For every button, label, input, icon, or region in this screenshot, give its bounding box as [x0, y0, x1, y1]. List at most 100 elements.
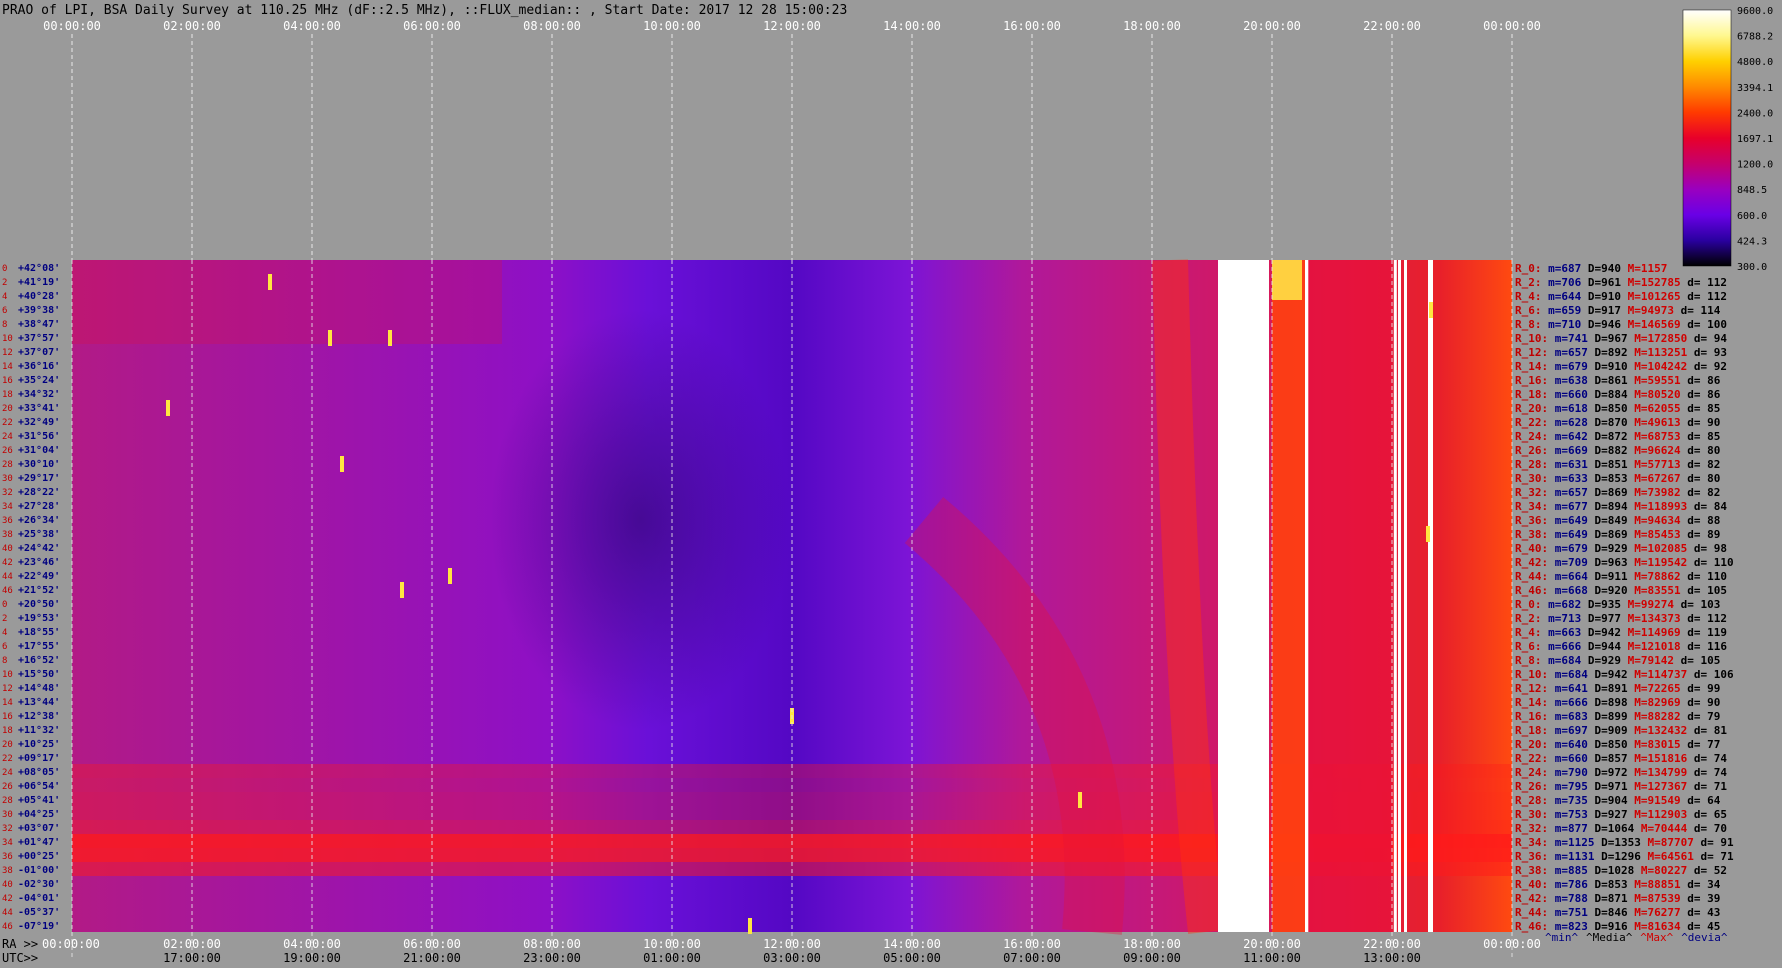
stat-beam: R_2:: [1515, 612, 1542, 625]
declination-label: +35°24': [18, 375, 60, 386]
source-spot: [400, 582, 404, 598]
stat-median: D=1353: [1594, 836, 1640, 849]
stat-legend-item: ^Max^: [1640, 931, 1673, 944]
beam-number: 44: [2, 572, 13, 582]
stat-row: R_24: m=642 D=872 M=68753 d= 85: [1515, 430, 1720, 443]
stat-min: m=753: [1548, 808, 1588, 821]
stat-beam: R_36:: [1515, 850, 1548, 863]
colorbar-rect: [1682, 9, 1732, 267]
stat-max: M=73982: [1628, 486, 1681, 499]
stat-median: D=846: [1588, 906, 1628, 919]
stat-max: M=96624: [1628, 444, 1681, 457]
stat-row: R_26: m=669 D=882 M=96624 d= 80: [1515, 444, 1720, 457]
stat-median: D=967: [1588, 332, 1628, 345]
declination-label: +13°44': [18, 697, 60, 708]
stat-min: m=669: [1548, 444, 1588, 457]
beam-number: 46: [2, 586, 13, 596]
stat-median: D=917: [1581, 304, 1621, 317]
stat-row: R_4: m=644 D=910 M=101265 d= 112: [1515, 290, 1727, 303]
declination-label: +04°25': [18, 809, 60, 820]
declination-label: +32°49': [18, 417, 60, 428]
stat-median: D=929: [1581, 654, 1621, 667]
stat-row: R_12: m=641 D=891 M=72265 d= 99: [1515, 682, 1720, 695]
declination-label: +28°22': [18, 487, 60, 498]
stat-min: m=664: [1548, 570, 1588, 583]
stat-median: D=870: [1588, 416, 1628, 429]
stat-row: R_2: m=706 D=961 M=152785 d= 112: [1515, 276, 1727, 289]
stat-row: R_38: m=649 D=869 M=85453 d= 89: [1515, 528, 1720, 541]
declination-label: +39°38': [18, 305, 60, 316]
declination-label: +14°48': [18, 683, 60, 694]
beam-number: 20: [2, 404, 13, 414]
colorbar-tick-label: 9600.0: [1737, 6, 1773, 17]
ra-tick-label: 12:00:00: [763, 937, 821, 951]
stat-max: M=91549: [1628, 794, 1681, 807]
stat-beam: R_42:: [1515, 892, 1548, 905]
stat-median: D=1296: [1594, 850, 1641, 863]
stat-min: m=642: [1548, 430, 1588, 443]
stat-row: R_16: m=683 D=899 M=88282 d= 79: [1515, 710, 1720, 723]
stat-deviation: d= 98: [1687, 542, 1727, 555]
stat-deviation: d= 114: [1674, 304, 1721, 317]
declination-label: +38°47': [18, 319, 60, 330]
declination-label: +31°56': [18, 431, 60, 442]
stat-row: R_12: m=657 D=892 M=113251 d= 93: [1515, 346, 1727, 359]
stat-beam: R_8:: [1515, 318, 1542, 331]
beam-number: 8: [2, 656, 7, 666]
stat-deviation: d= 85: [1681, 402, 1721, 415]
stat-median: D=904: [1588, 794, 1628, 807]
source-spot: [1429, 302, 1433, 318]
stat-deviation: d= 34: [1681, 878, 1721, 891]
stat-max: M=82969: [1628, 696, 1681, 709]
stat-min: m=657: [1548, 346, 1588, 359]
stat-beam: R_44:: [1515, 906, 1548, 919]
colorbar-tick-label: 300.0: [1737, 262, 1767, 273]
beam-number: 22: [2, 418, 13, 428]
stat-min: m=751: [1548, 906, 1588, 919]
stat-beam: R_12:: [1515, 682, 1548, 695]
declination-label: +40°28': [18, 291, 60, 302]
beam-number: 16: [2, 712, 13, 722]
beam-number: 42: [2, 558, 13, 568]
beam-number: 38: [2, 530, 13, 540]
stat-median: D=853: [1588, 878, 1628, 891]
stat-row: R_14: m=679 D=910 M=104242 d= 92: [1515, 360, 1727, 373]
stat-min: m=786: [1548, 878, 1588, 891]
stat-deviation: d= 82: [1681, 458, 1721, 471]
beam-number: 4: [2, 628, 7, 638]
stat-max: M=49613: [1628, 416, 1681, 429]
stat-beam: R_8:: [1515, 654, 1542, 667]
stat-beam: R_12:: [1515, 346, 1548, 359]
stat-min: m=618: [1548, 402, 1588, 415]
stat-median: D=850: [1588, 402, 1628, 415]
stat-deviation: d= 119: [1681, 626, 1727, 639]
stat-median: D=894: [1588, 500, 1628, 513]
stat-beam: R_20:: [1515, 738, 1548, 751]
bright-band: [72, 302, 502, 316]
beam-number: 34: [2, 502, 13, 512]
stat-max: M=114969: [1621, 626, 1681, 639]
stat-deviation: d= 112: [1681, 290, 1727, 303]
stat-row: R_28: m=631 D=851 M=57713 d= 82: [1515, 458, 1720, 471]
colorbar-tick-label: 4800.0: [1737, 57, 1773, 68]
stat-median: D=910: [1588, 360, 1628, 373]
top-time-axis: 00:00:00 02:00:00 04:00:00 06:00:00 08:00:00…: [43, 19, 1541, 33]
saturated-column: [1218, 260, 1269, 932]
stat-row: R_34: m=1125 D=1353 M=87707 d= 91: [1515, 836, 1734, 849]
declination-label: -04°01': [18, 893, 60, 904]
stat-beam: R_28:: [1515, 458, 1548, 471]
stat-max: M=112903: [1628, 808, 1688, 821]
ra-tick-label: 06:00:00: [403, 937, 461, 951]
stat-min: m=628: [1548, 416, 1588, 429]
beam-number: 36: [2, 852, 13, 862]
colorbar-tick-label: 1697.1: [1737, 134, 1773, 145]
stat-deviation: d= 79: [1681, 710, 1721, 723]
utc-tick-label: 01:00:00: [643, 951, 701, 965]
stat-max: M=134373: [1621, 612, 1681, 625]
stat-max: M=76277: [1628, 906, 1681, 919]
stat-row: R_36: m=1131 D=1296 M=64561 d= 71: [1515, 850, 1734, 863]
stat-deviation: d= 112: [1681, 612, 1727, 625]
declination-label: +34°32': [18, 389, 60, 400]
stat-beam: R_46:: [1515, 920, 1548, 933]
stat-median: D=920: [1588, 584, 1628, 597]
